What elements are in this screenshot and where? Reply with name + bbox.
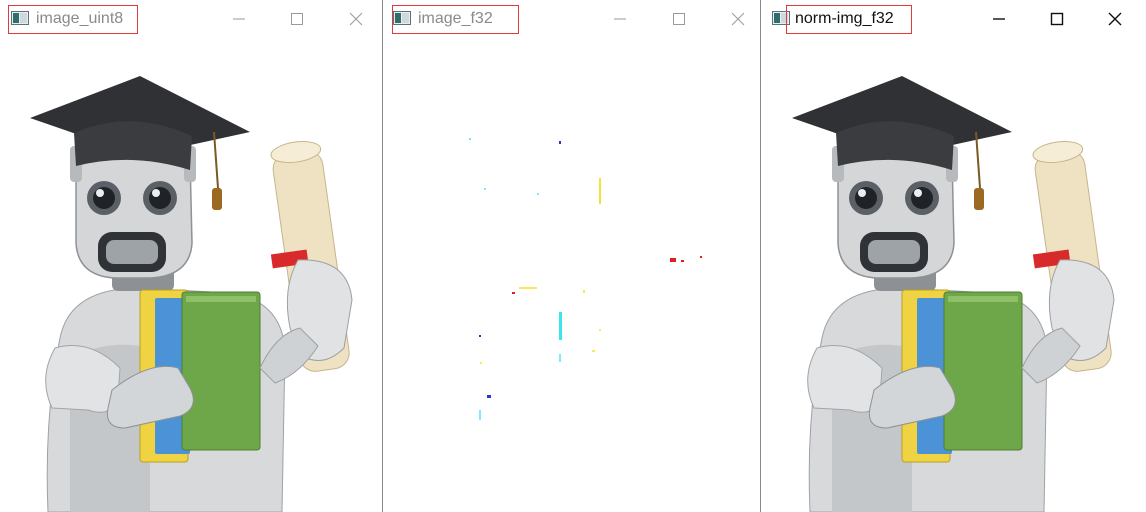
- maximize-icon: [291, 13, 303, 25]
- minimize-button[interactable]: [598, 7, 642, 31]
- image-display: [761, 38, 1146, 512]
- close-button[interactable]: [716, 7, 760, 31]
- window-norm-img-f32[interactable]: norm-img_f32: [761, 0, 1146, 512]
- close-icon: [731, 12, 745, 26]
- minimize-button[interactable]: [217, 7, 261, 31]
- minimize-icon: [614, 18, 626, 20]
- maximize-icon: [673, 13, 685, 25]
- maximize-button[interactable]: [275, 7, 319, 31]
- close-button[interactable]: [334, 7, 378, 31]
- window-titlebar[interactable]: norm-img_f32: [761, 0, 1146, 38]
- saturated-float-image: [383, 38, 760, 512]
- minimize-button[interactable]: [977, 7, 1021, 31]
- window-image-uint8[interactable]: image_uint8: [0, 0, 383, 512]
- window-titlebar[interactable]: image_f32: [383, 0, 760, 38]
- maximize-icon: [1050, 12, 1064, 26]
- robot-graduate-image: [30, 76, 353, 512]
- title-highlight-box: [392, 5, 519, 34]
- close-icon: [1108, 12, 1122, 26]
- image-display: [383, 38, 760, 512]
- maximize-button[interactable]: [1035, 7, 1079, 31]
- robot-graduate-image: [792, 76, 1115, 512]
- title-highlight-box: [786, 5, 912, 34]
- window-titlebar[interactable]: image_uint8: [0, 0, 382, 38]
- minimize-icon: [233, 18, 245, 20]
- maximize-button[interactable]: [657, 7, 701, 31]
- image-display: [0, 38, 382, 512]
- title-highlight-box: [8, 5, 138, 34]
- close-button[interactable]: [1093, 7, 1137, 31]
- close-icon: [349, 12, 363, 26]
- window-image-f32[interactable]: image_f32: [383, 0, 761, 512]
- minimize-icon: [993, 18, 1005, 20]
